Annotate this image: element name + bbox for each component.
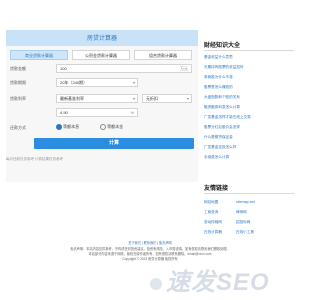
method-option-2: 等额本金 — [107, 124, 124, 130]
method-label: 还款方式 — [10, 125, 26, 130]
term-value: 20年（240期） — [60, 80, 88, 85]
rate-input[interactable]: 4.90 % — [56, 108, 138, 117]
friend-link[interactable]: 劳动仲裁网 — [204, 220, 222, 225]
term-select[interactable]: 20年（240期） ▾ — [56, 78, 138, 87]
radio-checked-icon — [56, 124, 62, 130]
rate-unit: % — [130, 110, 134, 115]
article-link[interactable]: 广发基金怎样才能在线上交易 — [204, 115, 251, 120]
method-equal-installment[interactable]: 等额本息 — [56, 124, 79, 130]
divider — [204, 50, 294, 51]
friend-link[interactable]: 招投标网 — [236, 220, 250, 225]
radio-unchecked-icon — [100, 124, 106, 130]
article-link[interactable]: 大盘指数和个股的关系 — [204, 95, 240, 100]
article-link[interactable]: 股票分红后股价会怎样 — [204, 125, 240, 130]
footer-copyright: Copyright © 2023 房贷计算器 版权所有 — [122, 257, 178, 261]
article-link[interactable]: 什么是期货保证金 — [204, 135, 233, 140]
rate-value: 4.90 — [60, 110, 68, 115]
friend-link[interactable]: 在线计算器 — [204, 230, 222, 235]
calculator-header: 房贷计算器 — [6, 30, 198, 46]
rate-type-select[interactable]: 最新基准利率 ▾ — [56, 94, 138, 103]
calculator-title: 房贷计算器 — [86, 36, 117, 42]
tab-commercial-loan[interactable]: 商业贷款计算器 — [10, 50, 68, 60]
article-link[interactable]: 融资融券利息怎么计算 — [204, 105, 240, 110]
tab-combined-loan[interactable]: 组合贷款计算器 — [134, 50, 192, 60]
tab-provident-fund-loan[interactable]: 公积金贷款计算器 — [72, 50, 130, 60]
rate-label: 贷款利率 — [10, 96, 26, 101]
logo-icon — [150, 277, 162, 290]
rate-type-value: 最新基准利率 — [60, 96, 84, 101]
calculator-note: 每月还款仅供参考 计算结果仅供参考 — [6, 157, 63, 161]
friend-link[interactable]: 网站地图 — [204, 200, 218, 205]
article-link[interactable]: 基金收益什么意思 — [204, 55, 233, 60]
term-label: 贷款期限 — [10, 80, 26, 85]
logo-text: 速发SEO — [166, 269, 270, 296]
footer-links[interactable]: 关于我们 | 联系我们 | 免责声明 — [0, 240, 300, 245]
articles-title: 财经知识大全 — [204, 43, 241, 49]
article-link[interactable]: 广发基金定投怎么样 — [204, 145, 236, 150]
chevron-down-icon: ▾ — [186, 96, 189, 101]
rate-multiple-value: 无折扣 — [146, 96, 158, 101]
loan-amount-input[interactable]: 100 万元 — [56, 64, 192, 73]
loan-amount-unit: 万元 — [180, 66, 188, 71]
friend-link[interactable]: 律师网 — [236, 210, 247, 215]
friend-link[interactable]: sitemap.xml — [236, 200, 255, 204]
chevron-down-icon: ▾ — [132, 80, 135, 85]
divider — [204, 193, 294, 194]
rate-multiple-select[interactable]: 无折扣 ▾ — [142, 94, 192, 103]
article-link[interactable]: 长期持有股票的收益如何 — [204, 65, 244, 70]
watermark-logo: 速发SEO — [150, 262, 270, 297]
method-equal-principal[interactable]: 等额本金 — [100, 124, 123, 130]
article-link[interactable]: 股票是怎么赚钱的 — [204, 85, 233, 90]
friend-link[interactable]: 在线小工具 — [236, 230, 254, 235]
links-title: 友情链接 — [204, 186, 229, 192]
loan-amount-label: 贷款金额 — [10, 66, 26, 71]
article-link[interactable]: 券商股为什么不涨 — [204, 75, 233, 80]
method-option-1: 等额本息 — [63, 124, 80, 130]
friend-link[interactable]: 工商查询 — [204, 210, 218, 215]
article-link[interactable]: 手续费怎么计算 — [204, 155, 229, 160]
calculate-button[interactable]: 计算 — [34, 138, 194, 149]
chevron-down-icon: ▾ — [132, 96, 135, 101]
loan-amount-value: 100 — [60, 66, 67, 71]
